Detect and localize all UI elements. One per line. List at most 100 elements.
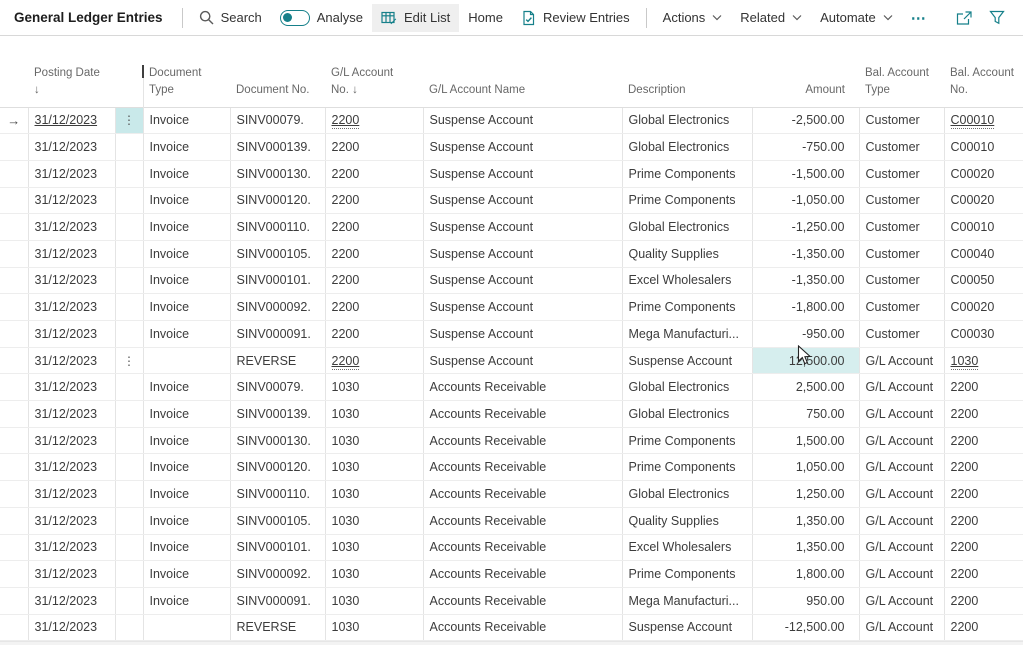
cell-document-no[interactable]: REVERSE <box>230 614 325 641</box>
cell-bal-account-no[interactable]: C00010 <box>944 107 1023 134</box>
cell-posting-date[interactable]: 31/12/2023 <box>28 587 115 614</box>
cell-gl-account-no[interactable]: 1030 <box>325 561 423 588</box>
cell-bal-account-type[interactable]: G/L Account <box>859 534 944 561</box>
cell-amount[interactable]: -12,500.00 <box>752 614 859 641</box>
actions-menu-button[interactable]: Actions <box>654 4 732 31</box>
cell-bal-account-no[interactable]: 2200 <box>944 454 1023 481</box>
cell-document-type[interactable]: Invoice <box>143 134 230 161</box>
cell-document-type[interactable]: Invoice <box>143 561 230 588</box>
cell-posting-date[interactable]: 31/12/2023 <box>28 454 115 481</box>
cell-amount[interactable]: 1,050.00 <box>752 454 859 481</box>
cell-posting-date[interactable]: 31/12/2023 <box>28 160 115 187</box>
column-header-gl-account-no[interactable]: G/L AccountNo. ↓ <box>325 36 423 107</box>
cell-gl-account-no[interactable]: 1030 <box>325 614 423 641</box>
cell-description[interactable]: Suspense Account <box>622 347 752 374</box>
cell-document-no[interactable]: SINV000101. <box>230 267 325 294</box>
cell-description[interactable]: Excel Wholesalers <box>622 267 752 294</box>
cell-gl-account-name[interactable]: Accounts Receivable <box>423 401 622 428</box>
cell-description[interactable]: Prime Components <box>622 427 752 454</box>
column-header-amount[interactable]: Amount <box>752 36 859 107</box>
cell-amount[interactable]: -1,250.00 <box>752 214 859 241</box>
cell-gl-account-name[interactable]: Suspense Account <box>423 321 622 348</box>
cell-document-no[interactable]: SINV000091. <box>230 321 325 348</box>
cell-posting-date[interactable]: 31/12/2023 <box>28 187 115 214</box>
cell-gl-account-no[interactable]: 2200 <box>325 267 423 294</box>
cell-document-no[interactable]: SINV000092. <box>230 294 325 321</box>
cell-bal-account-no[interactable]: 2200 <box>944 561 1023 588</box>
cell-posting-date[interactable]: 31/12/2023 <box>28 614 115 641</box>
cell-document-type[interactable]: Invoice <box>143 481 230 508</box>
cell-gl-account-name[interactable]: Accounts Receivable <box>423 561 622 588</box>
cell-document-type[interactable]: Invoice <box>143 294 230 321</box>
cell-document-no[interactable]: SINV000120. <box>230 454 325 481</box>
cell-document-type[interactable]: Invoice <box>143 454 230 481</box>
cell-document-type[interactable]: Invoice <box>143 214 230 241</box>
cell-description[interactable]: Quality Supplies <box>622 507 752 534</box>
cell-gl-account-name[interactable]: Accounts Receivable <box>423 534 622 561</box>
cell-document-type[interactable]: Invoice <box>143 187 230 214</box>
cell-document-type[interactable]: Invoice <box>143 374 230 401</box>
cell-bal-account-type[interactable]: Customer <box>859 134 944 161</box>
cell-posting-date[interactable]: 31/12/2023 <box>28 267 115 294</box>
cell-amount[interactable]: -950.00 <box>752 321 859 348</box>
search-button[interactable]: Search <box>190 4 271 31</box>
cell-document-type[interactable] <box>143 347 230 374</box>
cell-bal-account-type[interactable]: G/L Account <box>859 561 944 588</box>
cell-bal-account-no[interactable]: C00020 <box>944 160 1023 187</box>
cell-gl-account-name[interactable]: Suspense Account <box>423 160 622 187</box>
cell-posting-date[interactable]: 31/12/2023 <box>28 507 115 534</box>
analyse-toggle[interactable]: Analyse <box>271 4 372 32</box>
cell-posting-date[interactable]: 31/12/2023 <box>28 214 115 241</box>
cell-document-type[interactable]: Invoice <box>143 107 230 134</box>
cell-amount[interactable]: -1,350.00 <box>752 240 859 267</box>
cell-bal-account-no[interactable]: 2200 <box>944 481 1023 508</box>
cell-bal-account-no[interactable]: 2200 <box>944 374 1023 401</box>
cell-amount[interactable]: -2,500.00 <box>752 107 859 134</box>
cell-gl-account-name[interactable]: Accounts Receivable <box>423 587 622 614</box>
cell-posting-date[interactable]: 31/12/2023 <box>28 321 115 348</box>
cell-description[interactable]: Prime Components <box>622 454 752 481</box>
cell-bal-account-type[interactable]: G/L Account <box>859 401 944 428</box>
cell-bal-account-type[interactable]: G/L Account <box>859 507 944 534</box>
review-entries-button[interactable]: Review Entries <box>512 4 639 32</box>
cell-gl-account-no[interactable]: 2200 <box>325 107 423 134</box>
cell-gl-account-no[interactable]: 2200 <box>325 214 423 241</box>
cell-gl-account-name[interactable]: Suspense Account <box>423 134 622 161</box>
cell-gl-account-name[interactable]: Suspense Account <box>423 347 622 374</box>
cell-amount[interactable]: -750.00 <box>752 134 859 161</box>
automate-menu-button[interactable]: Automate <box>811 4 902 31</box>
column-header-bal-account-type[interactable]: Bal. AccountType <box>859 36 944 107</box>
cell-document-type[interactable]: Invoice <box>143 401 230 428</box>
cell-gl-account-name[interactable]: Suspense Account <box>423 267 622 294</box>
cell-bal-account-type[interactable]: Customer <box>859 107 944 134</box>
cell-bal-account-no[interactable]: C00030 <box>944 321 1023 348</box>
cell-description[interactable]: Global Electronics <box>622 107 752 134</box>
cell-bal-account-type[interactable]: Customer <box>859 214 944 241</box>
cell-document-no[interactable]: SINV000120. <box>230 187 325 214</box>
cell-bal-account-no[interactable]: 2200 <box>944 614 1023 641</box>
column-header-document-type[interactable]: DocumentType <box>143 36 230 107</box>
cell-gl-account-no[interactable]: 2200 <box>325 187 423 214</box>
cell-bal-account-type[interactable]: G/L Account <box>859 481 944 508</box>
cell-gl-account-name[interactable]: Accounts Receivable <box>423 427 622 454</box>
cell-bal-account-no[interactable]: C00040 <box>944 240 1023 267</box>
cell-bal-account-no[interactable]: 2200 <box>944 587 1023 614</box>
cell-gl-account-no[interactable]: 1030 <box>325 507 423 534</box>
cell-gl-account-no[interactable]: 1030 <box>325 427 423 454</box>
cell-posting-date[interactable]: 31/12/2023 <box>28 534 115 561</box>
cell-description[interactable]: Global Electronics <box>622 214 752 241</box>
cell-description[interactable]: Global Electronics <box>622 401 752 428</box>
cell-document-type[interactable]: Invoice <box>143 267 230 294</box>
cell-gl-account-name[interactable]: Accounts Receivable <box>423 507 622 534</box>
cell-bal-account-type[interactable]: G/L Account <box>859 427 944 454</box>
edit-list-button[interactable]: Edit List <box>372 4 459 32</box>
cell-document-no[interactable]: SINV000091. <box>230 587 325 614</box>
cell-posting-date[interactable]: 31/12/2023 <box>28 347 115 374</box>
cell-description[interactable]: Prime Components <box>622 187 752 214</box>
home-button[interactable]: Home <box>459 4 512 31</box>
cell-bal-account-type[interactable]: G/L Account <box>859 347 944 374</box>
cell-amount[interactable]: 1,350.00 <box>752 507 859 534</box>
cell-gl-account-name[interactable]: Accounts Receivable <box>423 614 622 641</box>
cell-gl-account-name[interactable]: Suspense Account <box>423 107 622 134</box>
cell-amount[interactable]: -1,800.00 <box>752 294 859 321</box>
